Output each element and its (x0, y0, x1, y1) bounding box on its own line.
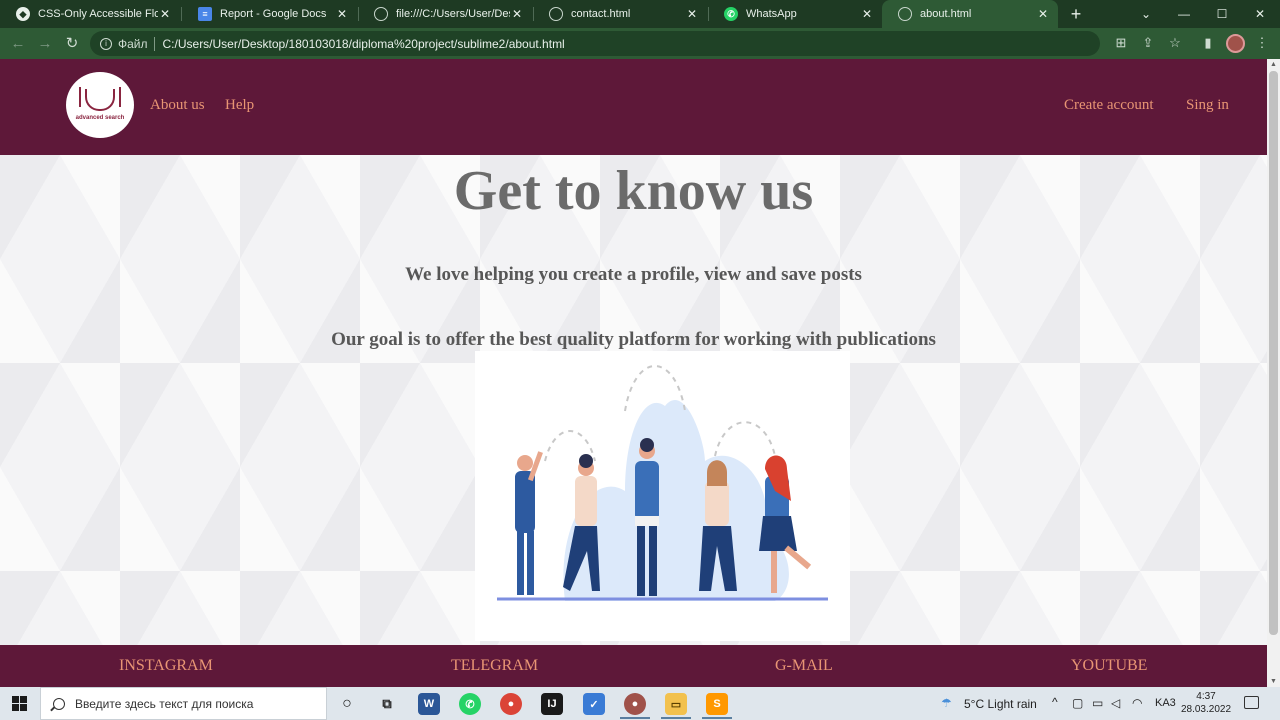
tagline-secondary: Our goal is to offer the best quality pl… (331, 329, 936, 350)
page-viewport: advanced search About us Help Create acc… (0, 59, 1267, 687)
windows-taskbar: Введите здесь текст для поиска ○ ⧉ W ✆ ●… (0, 687, 1280, 720)
close-icon[interactable]: ✕ (860, 7, 874, 21)
close-icon[interactable]: ✕ (1036, 7, 1050, 21)
sublime-text-icon[interactable]: S (706, 693, 728, 715)
network-icon[interactable]: ◠ (1132, 696, 1142, 710)
close-window-icon[interactable]: ✕ (1250, 4, 1270, 24)
battery-icon[interactable]: ▭ (1092, 696, 1103, 710)
tab-title: WhatsApp (746, 8, 797, 20)
globe-icon (374, 7, 388, 21)
logo-text: advanced search (75, 115, 125, 121)
page-scrollbar[interactable]: ▲ ▼ (1267, 59, 1280, 687)
page-title: Get to know us (453, 160, 814, 222)
word-app-icon[interactable]: W (418, 693, 440, 715)
task-view-icon[interactable]: ⧉ (376, 693, 398, 715)
scrollbar-thumb[interactable] (1269, 71, 1278, 635)
windows-start-icon[interactable] (12, 696, 27, 711)
footer-link-telegram[interactable]: TELEGRAM (451, 657, 538, 675)
active-app-indicator (661, 717, 691, 719)
footer-link-instagram[interactable]: INSTAGRAM (119, 657, 213, 675)
language-indicator[interactable]: KA3 (1155, 697, 1176, 709)
active-app-indicator (620, 717, 650, 719)
site-footer: INSTAGRAM TELEGRAM G-MAIL YOUTUBE (0, 645, 1267, 687)
tab-about[interactable]: about.html ✕ (882, 0, 1058, 28)
volume-icon[interactable]: ◁ (1111, 696, 1120, 710)
side-panel-icon[interactable]: ▮ (1200, 35, 1216, 51)
tab-title: Report - Google Docs (220, 8, 327, 20)
tab-codepen[interactable]: ◆ CSS-Only Accessible Floatin ✕ (0, 0, 180, 28)
fork-knife-bowl-icon (79, 87, 121, 111)
browser-tab-strip: ◆ CSS-Only Accessible Floatin ✕ ≡ Report… (0, 0, 1280, 28)
codepen-icon: ◆ (16, 7, 30, 21)
forward-icon[interactable]: → (35, 34, 55, 54)
close-icon[interactable]: ✕ (510, 7, 524, 21)
taskbar-clock[interactable]: 4:37 28.03.2022 (1178, 690, 1234, 716)
tab-google-docs[interactable]: ≡ Report - Google Docs ✕ (182, 0, 357, 28)
chrome-profile-app-icon[interactable]: ● (624, 693, 646, 715)
search-icon (53, 697, 65, 710)
team-illustration (475, 351, 850, 641)
close-icon[interactable]: ✕ (685, 7, 699, 21)
scheme-divider (153, 36, 155, 51)
new-tab-button[interactable]: + (1066, 4, 1086, 24)
tagline-primary: We love helping you create a profile, vi… (405, 264, 862, 285)
weather-icon[interactable]: ☂ (941, 696, 952, 710)
site-header: advanced search About us Help Create acc… (0, 59, 1267, 155)
tab-title: about.html (920, 8, 972, 20)
todo-app-icon[interactable]: ✓ (583, 693, 605, 715)
menu-kebab-icon[interactable]: ⋮ (1254, 35, 1270, 51)
active-app-indicator (702, 717, 732, 719)
close-icon[interactable]: ✕ (158, 7, 172, 21)
tab-title: contact.html (571, 8, 631, 20)
globe-icon (898, 7, 912, 21)
url-text: C:/Users/User/Desktop/180103018/diploma%… (162, 36, 565, 51)
file-explorer-icon[interactable]: ▭ (665, 693, 687, 715)
globe-icon (549, 7, 563, 21)
maximize-icon[interactable]: ☐ (1212, 4, 1232, 24)
cortana-icon[interactable]: ○ (336, 693, 358, 715)
minimize-icon[interactable]: — (1174, 4, 1194, 24)
tab-whatsapp[interactable]: ✆ WhatsApp ✕ (708, 0, 882, 28)
close-icon[interactable]: ✕ (335, 7, 349, 21)
tab-file[interactable]: file:///C:/Users/User/Deskto ✕ (358, 0, 532, 28)
search-placeholder: Введите здесь текст для поиска (75, 696, 254, 711)
info-icon[interactable]: i (100, 37, 112, 50)
footer-link-gmail[interactable]: G-MAIL (775, 657, 833, 675)
meet-now-icon[interactable]: ▢ (1072, 696, 1083, 710)
whatsapp-icon: ✆ (724, 7, 738, 21)
scroll-down-icon[interactable]: ▼ (1270, 678, 1277, 685)
nav-help[interactable]: Help (225, 97, 254, 114)
clock-time: 4:37 (1196, 691, 1216, 702)
bookmark-star-icon[interactable]: ☆ (1167, 35, 1183, 51)
profile-avatar[interactable] (1226, 34, 1245, 53)
tab-title: file:///C:/Users/User/Deskto (396, 8, 510, 20)
docs-icon: ≡ (198, 7, 212, 21)
notifications-icon[interactable] (1244, 696, 1259, 709)
nav-create-account[interactable]: Create account (1064, 97, 1154, 114)
browser-toolbar: ← → ↻ i Файл C:/Users/User/Desktop/18010… (0, 28, 1280, 59)
weather-text[interactable]: 5°C Light rain (964, 697, 1037, 711)
jetbrains-app-icon[interactable]: IJ (541, 693, 563, 715)
scheme-label: Файл (118, 36, 148, 51)
nav-about-us[interactable]: About us (150, 97, 205, 114)
tab-search-icon[interactable]: ⌄ (1136, 4, 1156, 24)
reload-icon[interactable]: ↻ (62, 34, 82, 54)
tab-title: CSS-Only Accessible Floatin (38, 8, 158, 20)
nav-sign-in[interactable]: Sing in (1186, 97, 1229, 114)
address-bar[interactable]: i Файл C:/Users/User/Desktop/180103018/d… (90, 31, 1100, 56)
tab-contact[interactable]: contact.html ✕ (533, 0, 707, 28)
translate-icon[interactable]: ⊞ (1113, 35, 1129, 51)
taskbar-search[interactable]: Введите здесь текст для поиска (40, 687, 327, 720)
whatsapp-app-icon[interactable]: ✆ (459, 693, 481, 715)
clock-date: 28.03.2022 (1180, 704, 1232, 715)
share-icon[interactable]: ⇪ (1140, 35, 1156, 51)
chrome-app-icon[interactable]: ● (500, 693, 522, 715)
scroll-up-icon[interactable]: ▲ (1270, 61, 1277, 68)
site-logo[interactable]: advanced search (66, 72, 134, 138)
tray-chevron-icon[interactable]: ^ (1052, 695, 1058, 709)
back-icon[interactable]: ← (8, 34, 28, 54)
footer-link-youtube[interactable]: YOUTUBE (1071, 657, 1147, 675)
